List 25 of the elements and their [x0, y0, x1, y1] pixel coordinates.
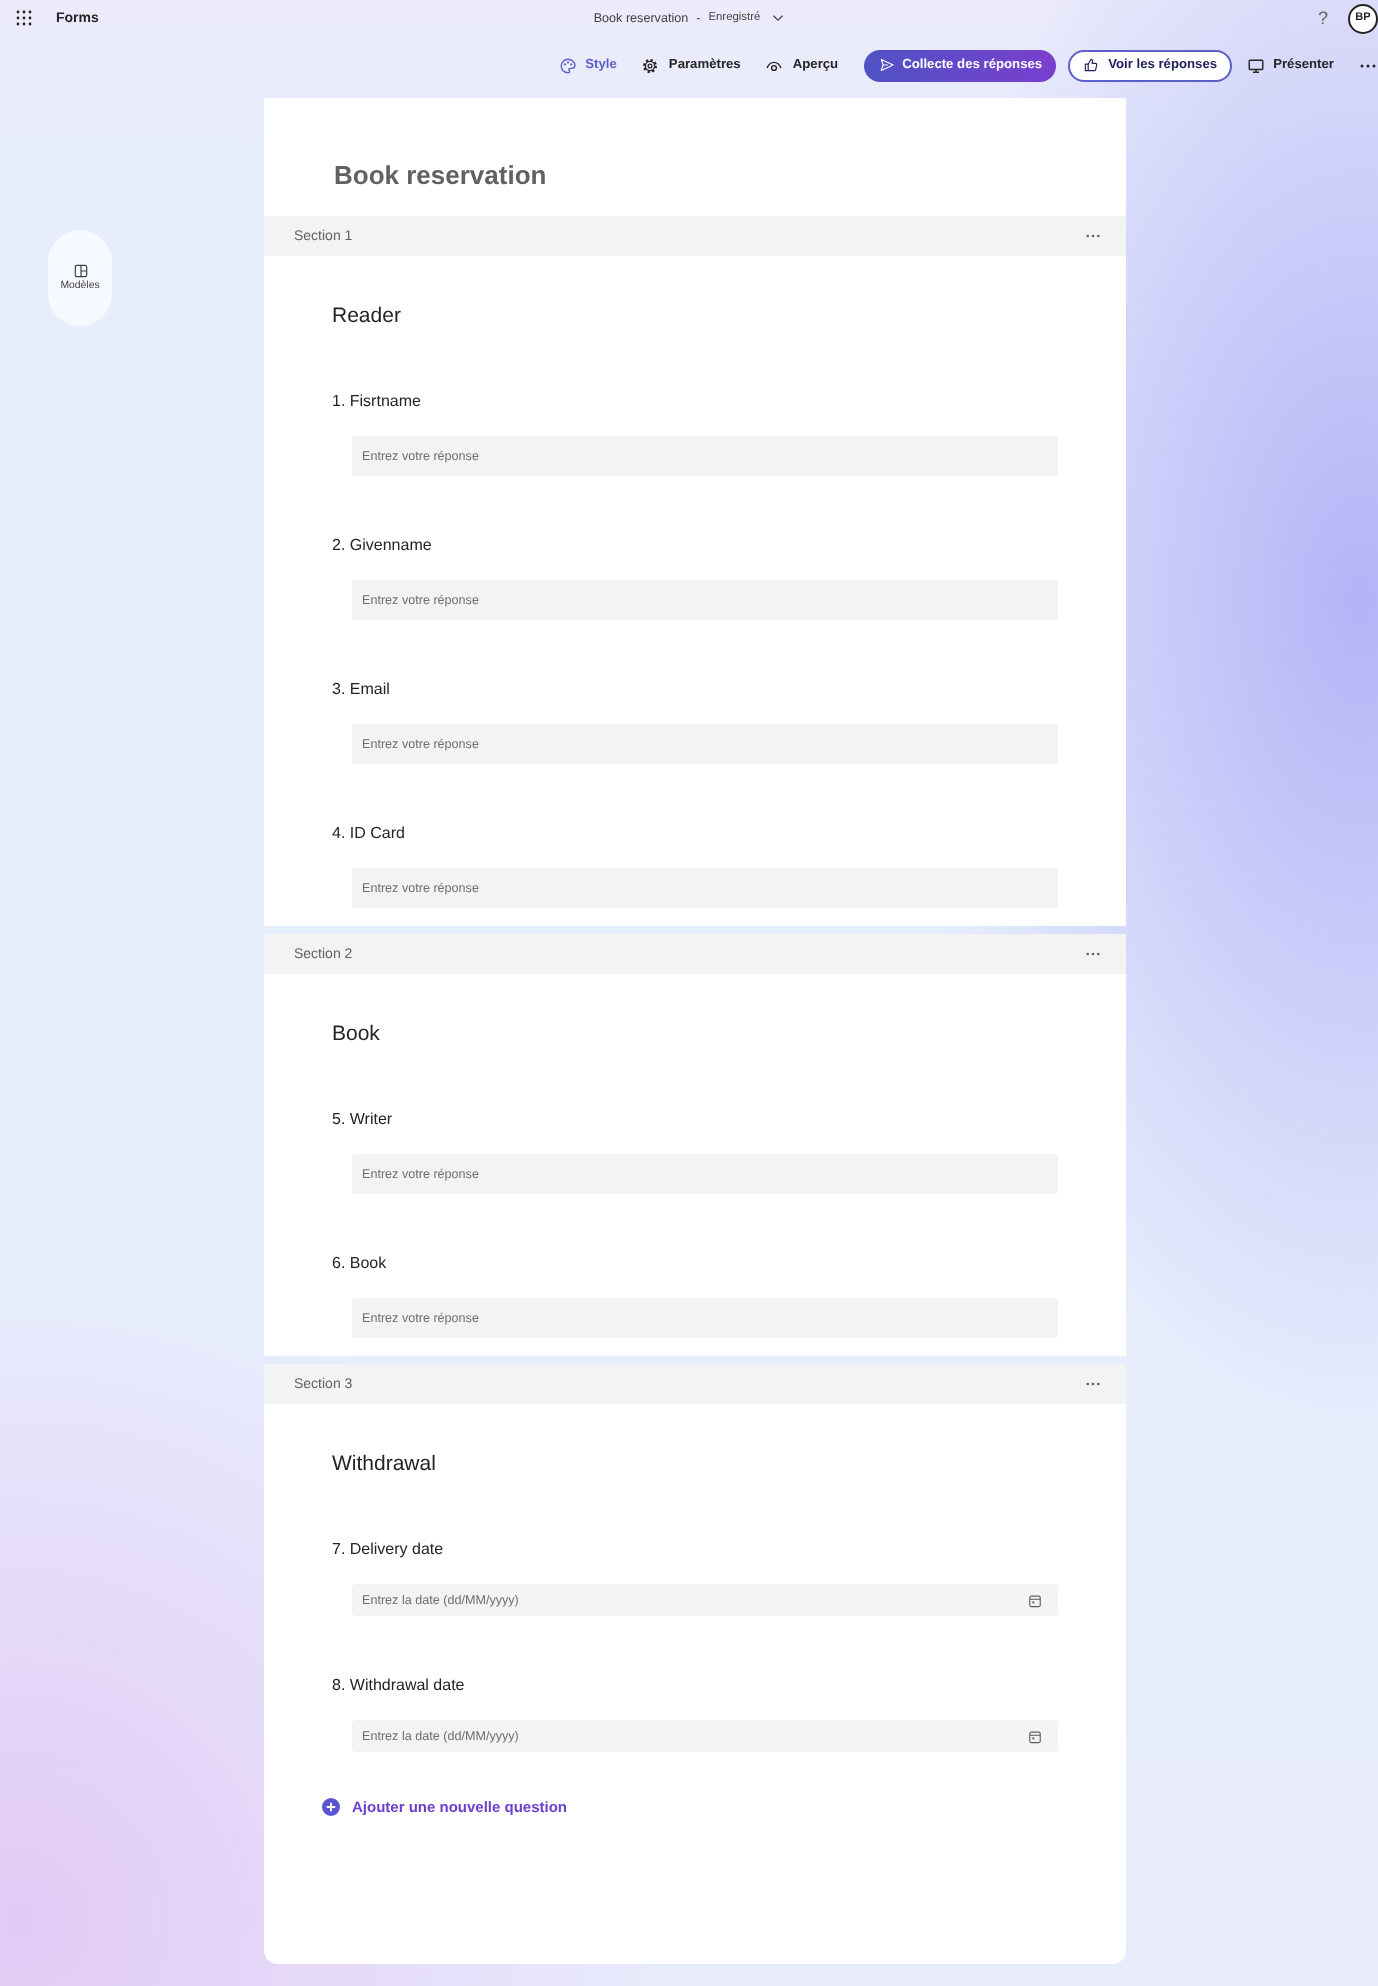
- question-label: 5. Writer: [332, 1108, 393, 1132]
- template-icon: [73, 263, 87, 278]
- help-button[interactable]: ?: [1317, 8, 1328, 28]
- section-heading: Withdrawal: [332, 1450, 436, 1478]
- eye-icon: [766, 57, 783, 73]
- waffle-icon[interactable]: [16, 10, 32, 26]
- question-label: 3. Email: [332, 678, 390, 702]
- question-label: 7. Delivery date: [332, 1538, 444, 1562]
- section-heading: Reader: [332, 302, 401, 330]
- section-heading: Book: [332, 1020, 380, 1048]
- thumbs-up-icon: [1084, 58, 1099, 72]
- settings-icon: [642, 57, 659, 73]
- question-label: 6. Book: [332, 1252, 387, 1276]
- form-title: Book reservation: [334, 158, 547, 194]
- send-icon: [880, 58, 895, 72]
- calendar-icon[interactable]: [1028, 1729, 1042, 1743]
- question-label: 4. ID Card: [332, 822, 405, 846]
- monitor-icon: [1247, 57, 1264, 73]
- calendar-icon[interactable]: [1028, 1593, 1042, 1607]
- chevron-down-icon[interactable]: [772, 12, 785, 24]
- palette-icon: [559, 57, 576, 73]
- question-label: 2. Givenname: [332, 534, 432, 558]
- question-label: 1. Fisrtname: [332, 390, 421, 414]
- add-circle-icon: [322, 1798, 340, 1816]
- question-label: 8. Withdrawal date: [332, 1674, 465, 1698]
